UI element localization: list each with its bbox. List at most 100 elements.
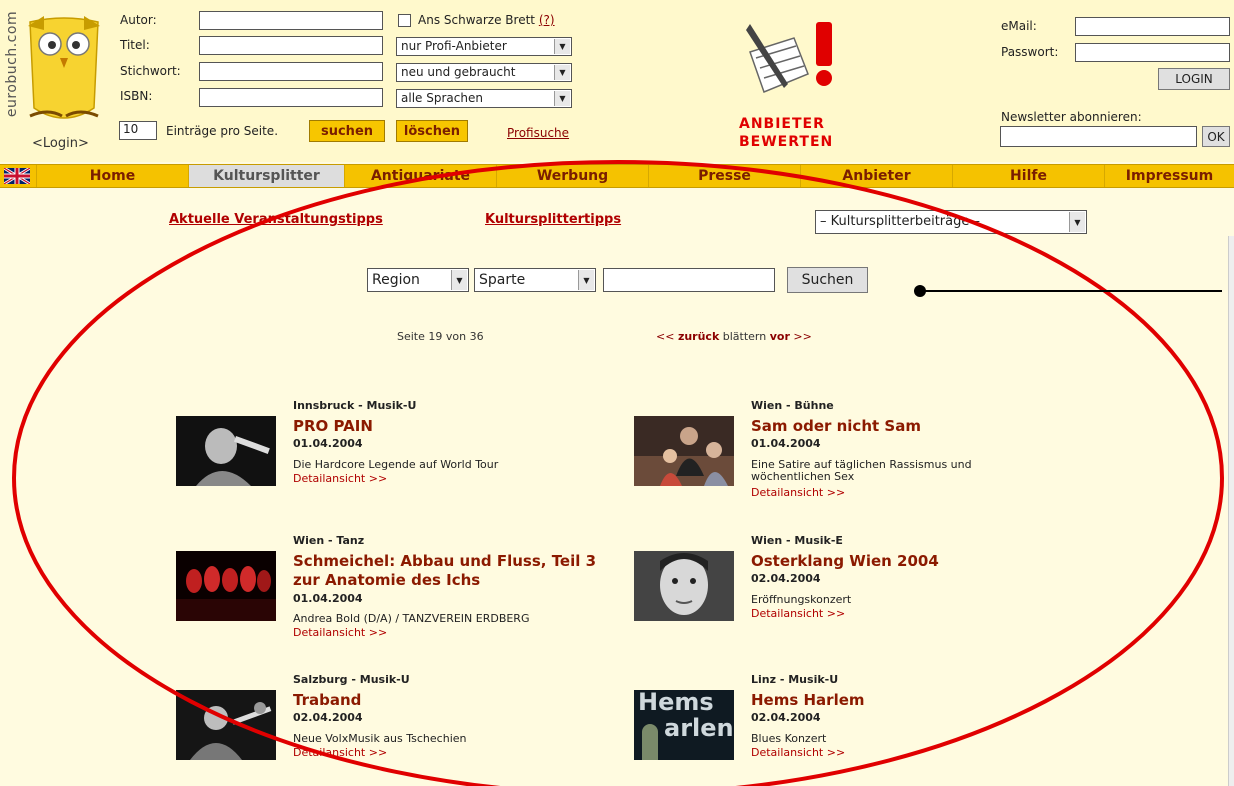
content-search-input[interactable] <box>603 268 775 292</box>
nav-home[interactable]: Home <box>36 165 188 187</box>
item-desc: Eine Satire auf täglichen Rassismus und … <box>751 458 972 483</box>
item-date: 01.04.2004 <box>751 437 821 450</box>
logo-wordmark: eurobuch.com <box>2 8 20 124</box>
detail-link[interactable]: Detailansicht >> <box>293 472 387 485</box>
nav-werbung[interactable]: Werbung <box>496 165 648 187</box>
detail-link[interactable]: Detailansicht >> <box>751 607 845 620</box>
email-label: eMail: <box>1001 19 1037 33</box>
nav-presse[interactable]: Presse <box>648 165 800 187</box>
item-meta: Innsbruck - Musik-U <box>293 399 417 412</box>
item-title[interactable]: Sam oder nicht Sam <box>751 417 921 436</box>
chevron-down-icon: ▼ <box>1069 212 1085 232</box>
newsletter-input[interactable] <box>1000 126 1197 147</box>
item-desc: Neue VolxMusik aus Tschechien <box>293 732 467 745</box>
rate-sellers-banner[interactable]: ANBIETER BEWERTEN <box>724 12 864 152</box>
item-thumbnail[interactable] <box>634 551 734 621</box>
articles-select-value: – Kultursplitterbeiträge – <box>820 214 980 229</box>
genre-select[interactable]: Sparte ▼ <box>474 268 596 292</box>
item-title[interactable]: Traband <box>293 691 361 710</box>
item-title[interactable]: Osterklang Wien 2004 <box>751 552 939 571</box>
item-desc: Blues Konzert <box>751 732 827 745</box>
annotation-callout-dot <box>914 285 926 297</box>
item-desc: Die Hardcore Legende auf World Tour <box>293 458 499 471</box>
newsletter-label: Newsletter abonnieren: <box>1001 110 1142 124</box>
thumb-figure <box>642 724 658 760</box>
item-thumbnail[interactable] <box>176 551 276 621</box>
password-field[interactable] <box>1075 43 1230 62</box>
condition-select-value: neu und gebraucht <box>401 65 516 79</box>
detail-link[interactable]: Detailansicht >> <box>293 626 387 639</box>
header: eurobuch.com <Login> Autor: Titel: Stich… <box>0 0 1234 162</box>
advanced-search-link[interactable]: Profisuche <box>507 126 569 140</box>
events-link[interactable]: Aktuelle Veranstaltungstipps <box>169 212 383 227</box>
pager-prev-link[interactable]: zurück <box>678 330 719 343</box>
seller-select-value: nur Profi-Anbieter <box>401 39 507 53</box>
newsletter-ok-button[interactable]: OK <box>1202 126 1230 147</box>
detail-link[interactable]: Detailansicht >> <box>293 746 387 759</box>
item-title[interactable]: Hems Harlem <box>751 691 865 710</box>
item-date: 02.04.2004 <box>293 711 363 724</box>
seller-select[interactable]: nur Profi-Anbieter ▼ <box>396 37 572 56</box>
thumb-text-top: Hems <box>638 690 714 716</box>
pager-next-link[interactable]: vor <box>770 330 790 343</box>
item-title[interactable]: Schmeichel: Abbau und Fluss, Teil 3 zur … <box>293 552 623 590</box>
item-date: 02.04.2004 <box>751 572 821 585</box>
nav-kultursplitter[interactable]: Kultursplitter <box>188 165 344 187</box>
scrollbar[interactable] <box>1228 236 1234 786</box>
uk-flag-icon[interactable] <box>4 168 30 184</box>
title-input[interactable] <box>199 36 383 55</box>
clear-button[interactable]: löschen <box>396 120 468 142</box>
item-title[interactable]: PRO PAIN <box>293 417 373 436</box>
item-date: 01.04.2004 <box>293 437 363 450</box>
email-field[interactable] <box>1075 17 1230 36</box>
keyword-input[interactable] <box>199 62 383 81</box>
item-date: 01.04.2004 <box>293 592 363 605</box>
login-link[interactable]: <Login> <box>32 136 89 151</box>
page-info: Seite 19 von 36 <box>397 330 484 343</box>
item-thumbnail[interactable] <box>634 416 734 486</box>
isbn-input[interactable] <box>199 88 383 107</box>
chevron-down-icon: ▼ <box>554 91 570 106</box>
content-search-button[interactable]: Suchen <box>787 267 868 293</box>
logo[interactable]: eurobuch.com <Login> <box>0 0 112 162</box>
nav-antiquariate[interactable]: Antiquariate <box>344 165 496 187</box>
language-select[interactable]: alle Sprachen ▼ <box>396 89 572 108</box>
detail-link[interactable]: Detailansicht >> <box>751 486 845 499</box>
title-label: Titel: <box>120 38 150 52</box>
language-select-value: alle Sprachen <box>401 91 483 105</box>
item-thumbnail[interactable]: Hems arlen <box>634 690 734 760</box>
author-input[interactable] <box>199 11 383 30</box>
brand-name: eurobuch.com <box>4 10 20 118</box>
author-label: Autor: <box>120 13 157 27</box>
pager-mid: blättern <box>719 330 770 343</box>
page: eurobuch.com <Login> Autor: Titel: Stich… <box>0 0 1234 786</box>
board-checkbox[interactable] <box>398 14 411 27</box>
item-meta: Wien - Tanz <box>293 534 365 547</box>
item-thumbnail[interactable] <box>176 690 276 760</box>
condition-select[interactable]: neu und gebraucht ▼ <box>396 63 572 82</box>
rate-illustration-icon <box>746 22 832 93</box>
main-nav: Home Kultursplitter Antiquariate Werbung… <box>0 164 1234 188</box>
genre-select-value: Sparte <box>479 272 526 288</box>
per-page-input[interactable]: 10 <box>119 121 157 140</box>
pager-next-arrows: >> <box>789 330 812 343</box>
rate-line2: BEWERTEN <box>739 134 834 150</box>
pager-prev-arrows: << <box>656 330 678 343</box>
login-button[interactable]: LOGIN <box>1158 68 1230 90</box>
nav-impressum[interactable]: Impressum <box>1104 165 1234 187</box>
tips-link[interactable]: Kultursplittertipps <box>485 212 621 227</box>
nav-anbieter[interactable]: Anbieter <box>800 165 952 187</box>
region-select-value: Region <box>372 272 420 288</box>
search-button[interactable]: suchen <box>309 120 385 142</box>
item-thumbnail[interactable] <box>176 416 276 486</box>
detail-link[interactable]: Detailansicht >> <box>751 746 845 759</box>
item-meta: Salzburg - Musik-U <box>293 673 410 686</box>
articles-select[interactable]: – Kultursplitterbeiträge – ▼ <box>815 210 1087 234</box>
item-meta: Wien - Musik-E <box>751 534 843 547</box>
chevron-down-icon: ▼ <box>578 270 594 290</box>
pager: << zurück blättern vor >> <box>656 330 812 343</box>
nav-hilfe[interactable]: Hilfe <box>952 165 1104 187</box>
board-help-link[interactable]: (?) <box>539 13 555 27</box>
region-select[interactable]: Region ▼ <box>367 268 469 292</box>
board-label-text: Ans Schwarze Brett <box>418 13 535 27</box>
